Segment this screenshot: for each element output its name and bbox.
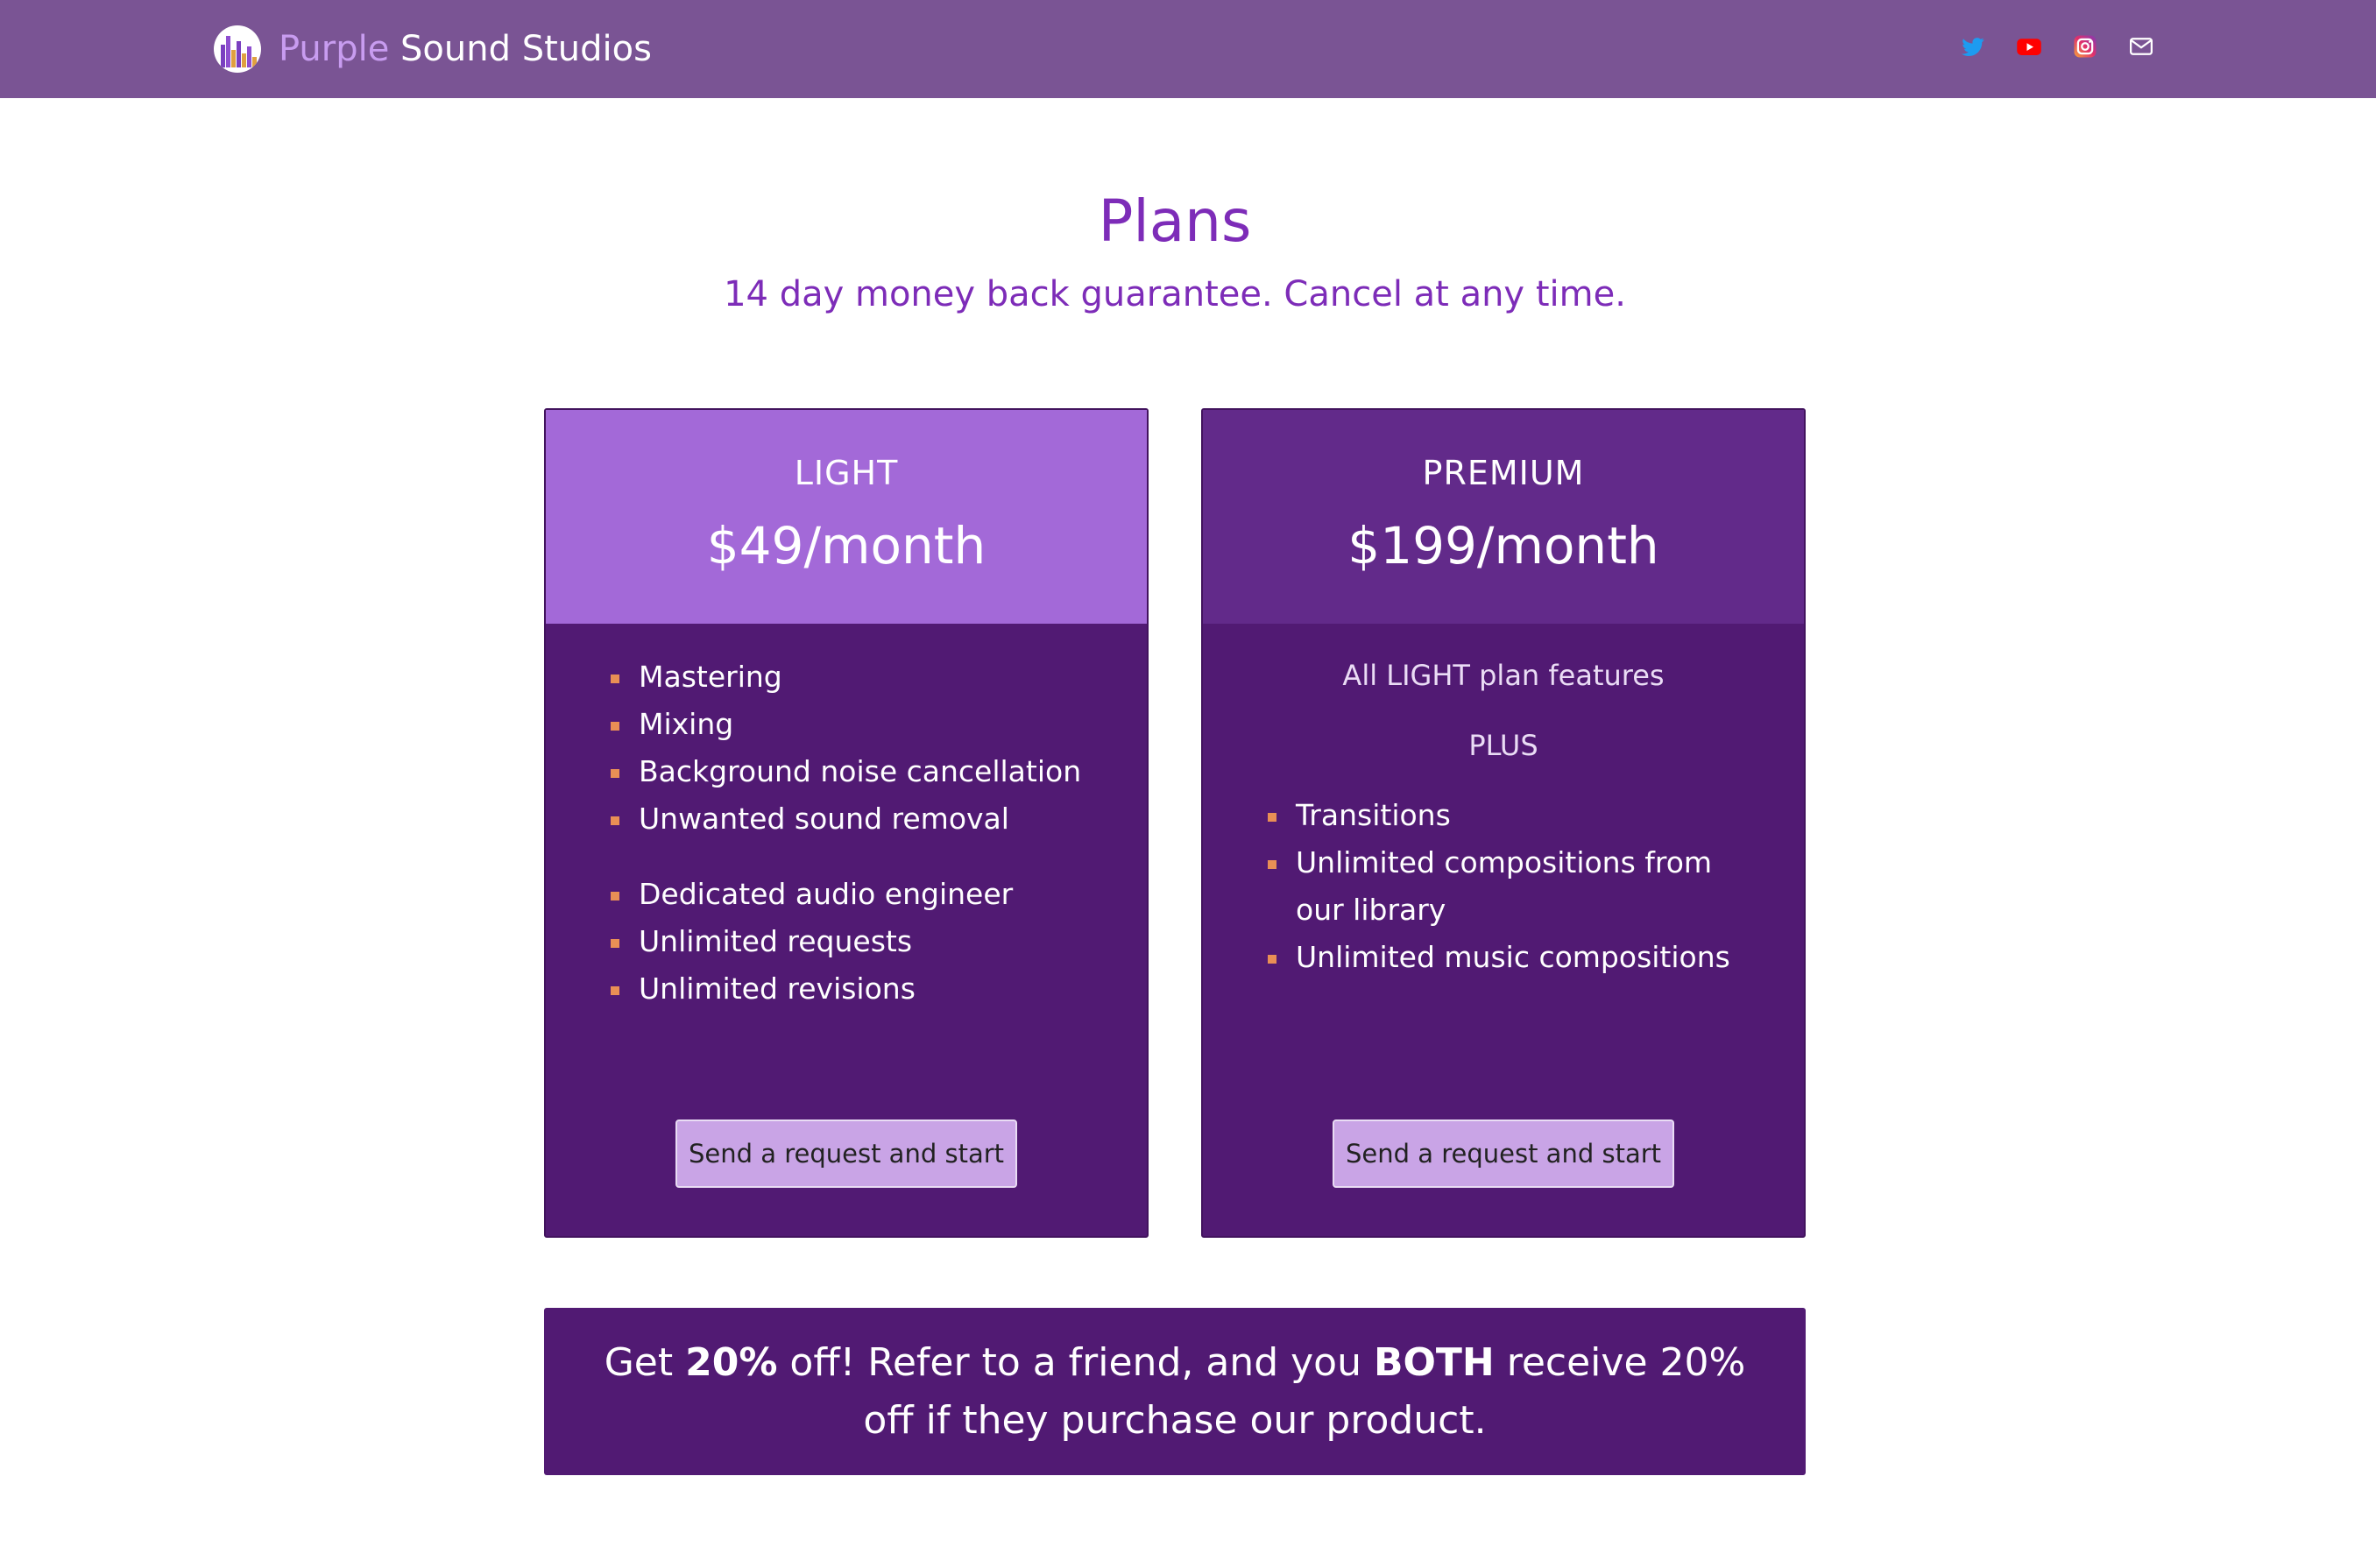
premium-intro: All LIGHT plan features (1342, 659, 1665, 692)
plan-price: $49/month (706, 516, 986, 576)
plan-name: PREMIUM (1422, 454, 1585, 492)
feature-item: Unwanted sound removal (611, 795, 1147, 843)
brand-rest: Sound Studios (389, 29, 652, 69)
referral-banner: Get 20% off! Refer to a friend, and you … (544, 1308, 1806, 1475)
plan-card-premium: PREMIUM $199/month All LIGHT plan featur… (1201, 408, 1806, 1238)
feature-item: Background noise cancellation (611, 748, 1147, 795)
feature-item: Mixing (611, 701, 1147, 748)
feature-item: Dedicated audio engineer (611, 871, 1147, 918)
brand-name: Purple Sound Studios (279, 23, 652, 75)
instagram-icon[interactable] (2072, 33, 2098, 60)
plan-header-premium: PREMIUM $199/month (1203, 410, 1804, 624)
promo-discount: 20% (685, 1339, 778, 1385)
page-title: Plans (1098, 187, 1252, 255)
feature-list: Transitions Unlimited compositions from … (1203, 792, 1804, 981)
feature-item: Unlimited requests (611, 918, 1147, 965)
brand-link[interactable]: Purple Sound Studios (214, 23, 652, 75)
plan-card-light: LIGHT $49/month Mastering Mixing Backgro… (544, 408, 1149, 1238)
send-request-button-premium[interactable]: Send a request and start (1333, 1119, 1674, 1188)
feature-list: Mastering Mixing Background noise cancel… (546, 653, 1147, 843)
referral-text: Get 20% off! Refer to a friend, and you … (597, 1334, 1753, 1450)
social-links (1960, 33, 2154, 60)
twitter-icon[interactable] (1960, 33, 1986, 60)
plan-price: $199/month (1347, 516, 1659, 576)
promo-part: off! Refer to a friend, and you (777, 1339, 1374, 1385)
promo-both: BOTH (1373, 1339, 1495, 1385)
brand-accent: Purple (279, 29, 390, 69)
plan-header-light: LIGHT $49/month (546, 410, 1147, 624)
promo-part: Get (604, 1339, 686, 1385)
feature-list: Dedicated audio engineer Unlimited reque… (546, 871, 1147, 1013)
mail-icon[interactable] (2128, 33, 2154, 60)
send-request-button-light[interactable]: Send a request and start (675, 1119, 1017, 1188)
plan-name: LIGHT (794, 454, 899, 492)
feature-item: Mastering (611, 653, 1147, 701)
page-subtitle: 14 day money back guarantee. Cancel at a… (724, 274, 1626, 314)
feature-item: Unlimited compositions from our library (1268, 839, 1804, 934)
premium-plus: PLUS (1468, 729, 1538, 762)
feature-item: Unlimited music compositions (1268, 934, 1804, 981)
feature-item: Unlimited revisions (611, 965, 1147, 1013)
youtube-icon[interactable] (2016, 33, 2042, 60)
feature-item: Transitions (1268, 792, 1804, 839)
logo-icon (214, 25, 261, 73)
navbar: Purple Sound Studios (0, 0, 2376, 98)
